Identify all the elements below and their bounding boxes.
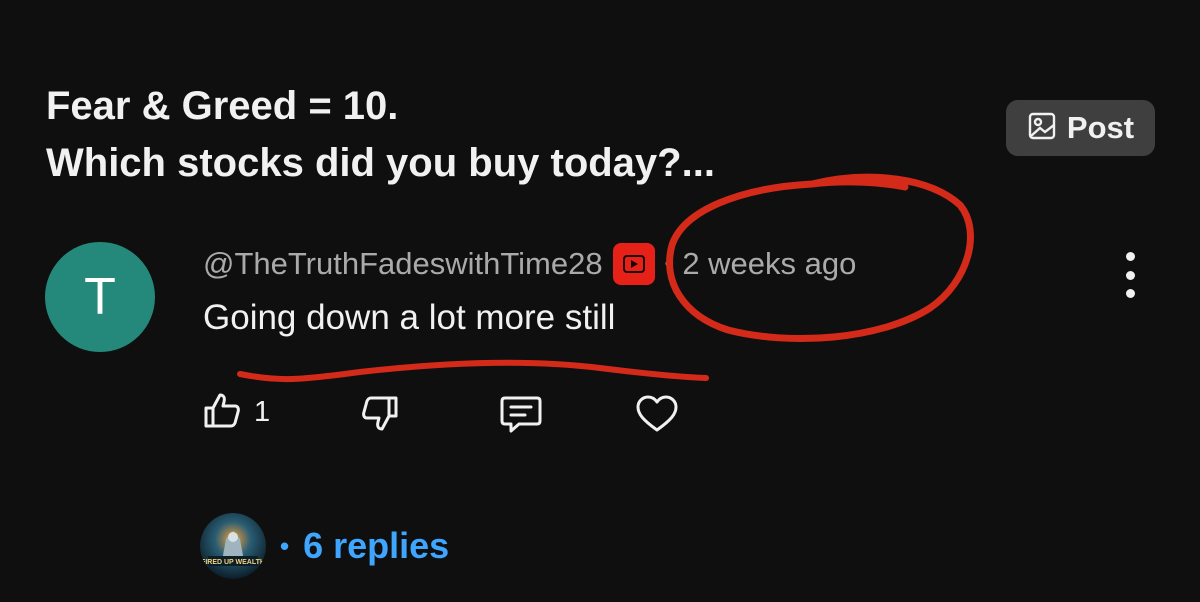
replies-count[interactable]: 6 replies bbox=[303, 525, 449, 567]
annotation-underline bbox=[237, 359, 709, 383]
thumb-up-icon bbox=[202, 390, 242, 435]
replies-separator: • bbox=[280, 530, 290, 561]
youtube-icon bbox=[612, 243, 655, 285]
commenter-avatar[interactable]: T bbox=[45, 242, 155, 352]
more-vert-icon[interactable] bbox=[1112, 252, 1148, 298]
image-icon bbox=[1027, 111, 1057, 146]
replies-row[interactable]: FIRED UP WEALTH • 6 replies bbox=[200, 513, 449, 579]
post-button-label: Post bbox=[1066, 110, 1135, 145]
heart-button[interactable] bbox=[635, 394, 679, 439]
dislike-button[interactable] bbox=[360, 394, 400, 439]
reply-button[interactable] bbox=[499, 394, 543, 439]
post-button[interactable]: Post bbox=[1006, 100, 1155, 156]
comment-time[interactable]: 2 weeks ago bbox=[682, 246, 856, 282]
post-title-line-1: Fear & Greed = 10. bbox=[46, 84, 399, 128]
comment-text: Going down a lot more still bbox=[203, 298, 616, 337]
comment-meta: @TheTruthFadeswithTime28 • 2 weeks ago bbox=[203, 243, 856, 285]
svg-text:FIRED UP WEALTH: FIRED UP WEALTH bbox=[201, 559, 265, 566]
reply-icon bbox=[499, 394, 543, 439]
avatar-letter: T bbox=[84, 268, 116, 326]
heart-icon bbox=[635, 394, 679, 439]
thumb-down-icon bbox=[360, 394, 400, 439]
like-count: 1 bbox=[254, 396, 271, 428]
like-button[interactable]: 1 bbox=[202, 390, 270, 435]
reply-avatar: FIRED UP WEALTH bbox=[200, 513, 266, 579]
post-title-line-2: Which stocks did you buy today?... bbox=[46, 141, 715, 185]
meta-separator: • bbox=[664, 251, 673, 276]
post-title: Fear & Greed = 10. Which stocks did you … bbox=[46, 78, 946, 192]
comment-author[interactable]: @TheTruthFadeswithTime28 bbox=[203, 246, 603, 282]
